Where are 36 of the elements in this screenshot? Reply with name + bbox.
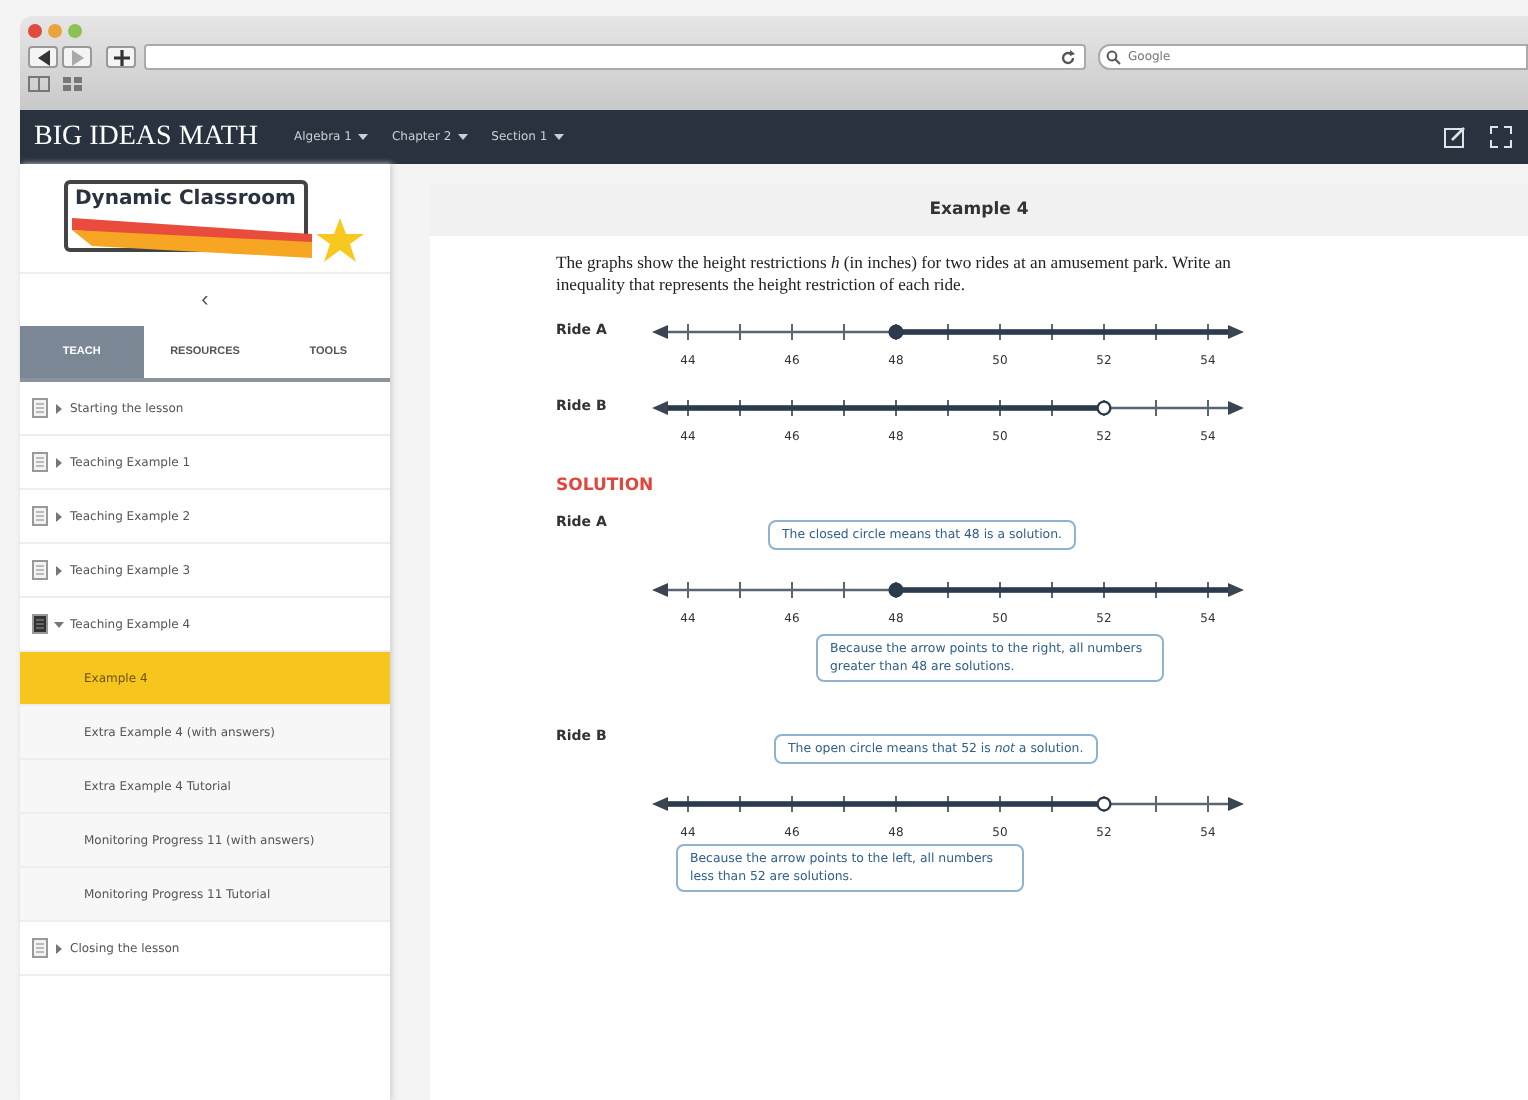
caret-icon [553, 133, 564, 140]
reload-icon [1060, 49, 1076, 65]
right-arrow-icon [69, 49, 85, 65]
grid-icon[interactable] [62, 76, 84, 92]
fullscreen-icon[interactable] [1490, 126, 1512, 148]
example-title: Example 4 [929, 200, 1029, 220]
document-icon [32, 614, 48, 634]
address-field[interactable] [144, 44, 1086, 70]
caret-icon [54, 511, 64, 521]
document-icon [32, 560, 48, 580]
caret-icon [54, 403, 64, 413]
caret-icon [54, 457, 64, 467]
back-button[interactable] [28, 46, 58, 68]
problem-text: The graphs show the height restrictions h (in inches) for two rides at an amusement park. Write an inequality that represents the height restriction of each ride. [556, 252, 1233, 296]
search-icon [1106, 49, 1124, 65]
book-icon[interactable] [28, 76, 50, 92]
plus-icon [113, 49, 129, 65]
edit-icon[interactable] [1444, 126, 1466, 148]
document-icon [32, 506, 48, 526]
document-icon [32, 938, 48, 958]
caret-icon [54, 943, 64, 953]
zoom-window-button[interactable] [68, 24, 82, 38]
caret-icon [457, 133, 468, 140]
document-icon [32, 398, 48, 418]
caret-icon [357, 133, 368, 140]
minimize-window-button[interactable] [48, 24, 62, 38]
caret-icon [54, 619, 64, 629]
solution-heading: SOLUTION [556, 476, 656, 496]
add-bookmark-button[interactable] [106, 46, 136, 68]
caret-icon [54, 565, 64, 575]
brand-title: BIG IDEAS MATH [34, 121, 258, 153]
document-icon [32, 452, 48, 472]
left-arrow-icon [35, 49, 51, 65]
close-window-button[interactable] [28, 24, 42, 38]
logo-text: Dynamic Classroom [73, 186, 298, 210]
collapse-button[interactable]: ‹ [20, 274, 390, 326]
